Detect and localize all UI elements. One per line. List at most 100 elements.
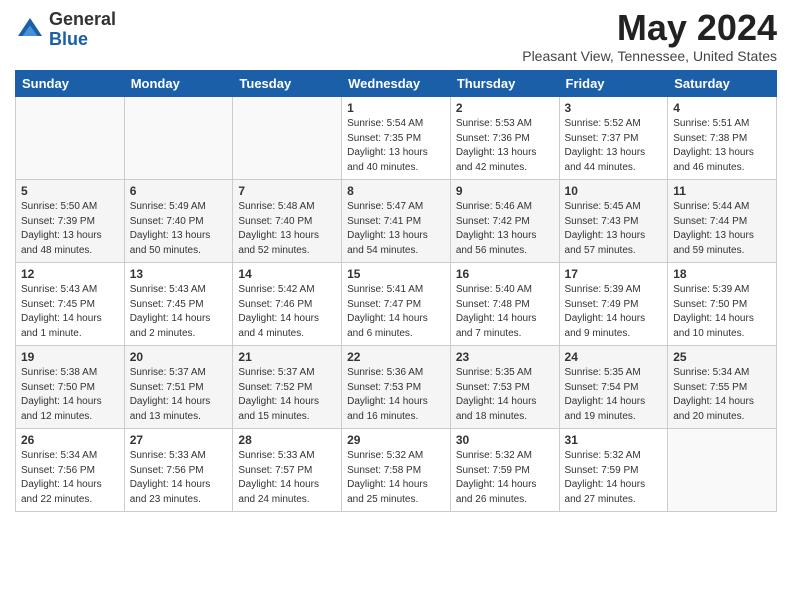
calendar-cell-2-1: 5 Sunrise: 5:50 AM Sunset: 7:39 PM Daylig… xyxy=(16,180,125,263)
cell-content: Sunrise: 5:32 AM Sunset: 7:59 PM Dayligh… xyxy=(456,449,554,507)
calendar-cell-5-2: 27 Sunrise: 5:33 AM Sunset: 7:56 PM Dayli… xyxy=(124,429,233,512)
weekday-header-row: Sunday Monday Tuesday Wednesday Thursday… xyxy=(16,71,777,97)
title-section: May 2024 Pleasant View, Tennessee, Unite… xyxy=(522,10,777,64)
calendar-cell-2-5: 9 Sunrise: 5:46 AM Sunset: 7:42 PM Daylig… xyxy=(450,180,559,263)
cell-content: Sunrise: 5:48 AM Sunset: 7:40 PM Dayligh… xyxy=(238,200,336,258)
calendar-cell-5-5: 30Sunrise: 5:32 AM Sunset: 7:59 PM Dayli… xyxy=(450,429,559,512)
day-number: 17 xyxy=(565,267,663,281)
cell-content: Sunrise: 5:34 AM Sunset: 7:56 PM Dayligh… xyxy=(21,449,119,507)
day-number: 16 xyxy=(456,267,554,281)
logo-general-text: General xyxy=(49,10,116,30)
calendar-page: General Blue May 2024 Pleasant View, Ten… xyxy=(0,0,792,612)
day-number: 7 xyxy=(238,184,336,198)
cell-content: Sunrise: 5:41 AM Sunset: 7:47 PM Dayligh… xyxy=(347,283,445,341)
week-row-1: 1Sunrise: 5:54 AM Sunset: 7:35 PM Daylig… xyxy=(16,97,777,180)
cell-content: Sunrise: 5:32 AM Sunset: 7:59 PM Dayligh… xyxy=(565,449,663,507)
day-number: 19 xyxy=(21,350,119,364)
header-sunday: Sunday xyxy=(16,71,125,97)
calendar-cell-2-4: 8 Sunrise: 5:47 AM Sunset: 7:41 PM Daylig… xyxy=(342,180,451,263)
day-number: 1 xyxy=(347,101,445,115)
calendar-cell-1-4: 1Sunrise: 5:54 AM Sunset: 7:35 PM Daylig… xyxy=(342,97,451,180)
cell-content: Sunrise: 5:32 AM Sunset: 7:58 PM Dayligh… xyxy=(347,449,445,507)
day-number: 5 xyxy=(21,184,119,198)
header-saturday: Saturday xyxy=(668,71,777,97)
calendar-table: Sunday Monday Tuesday Wednesday Thursday… xyxy=(15,70,777,512)
calendar-cell-3-7: 18 Sunrise: 5:39 AM Sunset: 7:50 PM Dayli… xyxy=(668,263,777,346)
header-tuesday: Tuesday xyxy=(233,71,342,97)
cell-content: Sunrise: 5:34 AM Sunset: 7:55 PM Dayligh… xyxy=(673,366,771,424)
cell-content: Sunrise: 5:50 AM Sunset: 7:39 PM Dayligh… xyxy=(21,200,119,258)
day-number: 18 xyxy=(673,267,771,281)
cell-content: Sunrise: 5:37 AM Sunset: 7:51 PM Dayligh… xyxy=(130,366,228,424)
day-number: 24 xyxy=(565,350,663,364)
header-monday: Monday xyxy=(124,71,233,97)
calendar-cell-2-3: 7 Sunrise: 5:48 AM Sunset: 7:40 PM Daylig… xyxy=(233,180,342,263)
day-number: 25 xyxy=(673,350,771,364)
calendar-cell-1-6: 3Sunrise: 5:52 AM Sunset: 7:37 PM Daylig… xyxy=(559,97,668,180)
day-number: 6 xyxy=(130,184,228,198)
day-number: 26 xyxy=(21,433,119,447)
cell-content: Sunrise: 5:37 AM Sunset: 7:52 PM Dayligh… xyxy=(238,366,336,424)
calendar-cell-3-2: 13 Sunrise: 5:43 AM Sunset: 7:45 PM Dayli… xyxy=(124,263,233,346)
day-number: 8 xyxy=(347,184,445,198)
month-title: May 2024 xyxy=(522,10,777,46)
calendar-cell-4-1: 19 Sunrise: 5:38 AM Sunset: 7:50 PM Dayli… xyxy=(16,346,125,429)
week-row-3: 12Sunrise: 5:43 AM Sunset: 7:45 PM Dayli… xyxy=(16,263,777,346)
day-number: 2 xyxy=(456,101,554,115)
day-number: 29 xyxy=(347,433,445,447)
calendar-cell-5-3: 28 Sunrise: 5:33 AM Sunset: 7:57 PM Dayli… xyxy=(233,429,342,512)
logo-text: General Blue xyxy=(49,10,116,50)
cell-content: Sunrise: 5:53 AM Sunset: 7:36 PM Dayligh… xyxy=(456,117,554,175)
day-number: 15 xyxy=(347,267,445,281)
cell-content: Sunrise: 5:36 AM Sunset: 7:53 PM Dayligh… xyxy=(347,366,445,424)
cell-content: Sunrise: 5:39 AM Sunset: 7:49 PM Dayligh… xyxy=(565,283,663,341)
week-row-4: 19 Sunrise: 5:38 AM Sunset: 7:50 PM Dayli… xyxy=(16,346,777,429)
day-number: 21 xyxy=(238,350,336,364)
calendar-cell-5-1: 26 Sunrise: 5:34 AM Sunset: 7:56 PM Dayli… xyxy=(16,429,125,512)
calendar-cell-1-2 xyxy=(124,97,233,180)
calendar-cell-3-1: 12Sunrise: 5:43 AM Sunset: 7:45 PM Dayli… xyxy=(16,263,125,346)
logo-icon xyxy=(15,15,45,45)
day-number: 20 xyxy=(130,350,228,364)
calendar-cell-3-5: 16 Sunrise: 5:40 AM Sunset: 7:48 PM Dayli… xyxy=(450,263,559,346)
calendar-cell-2-2: 6Sunrise: 5:49 AM Sunset: 7:40 PM Daylig… xyxy=(124,180,233,263)
day-number: 28 xyxy=(238,433,336,447)
day-number: 13 xyxy=(130,267,228,281)
cell-content: Sunrise: 5:35 AM Sunset: 7:53 PM Dayligh… xyxy=(456,366,554,424)
header: General Blue May 2024 Pleasant View, Ten… xyxy=(15,10,777,64)
location: Pleasant View, Tennessee, United States xyxy=(522,48,777,64)
calendar-cell-1-7: 4 Sunrise: 5:51 AM Sunset: 7:38 PM Daylig… xyxy=(668,97,777,180)
cell-content: Sunrise: 5:40 AM Sunset: 7:48 PM Dayligh… xyxy=(456,283,554,341)
week-row-2: 5 Sunrise: 5:50 AM Sunset: 7:39 PM Daylig… xyxy=(16,180,777,263)
calendar-cell-4-6: 24Sunrise: 5:35 AM Sunset: 7:54 PM Dayli… xyxy=(559,346,668,429)
day-number: 23 xyxy=(456,350,554,364)
cell-content: Sunrise: 5:43 AM Sunset: 7:45 PM Dayligh… xyxy=(130,283,228,341)
calendar-cell-4-3: 21 Sunrise: 5:37 AM Sunset: 7:52 PM Dayli… xyxy=(233,346,342,429)
cell-content: Sunrise: 5:45 AM Sunset: 7:43 PM Dayligh… xyxy=(565,200,663,258)
day-number: 10 xyxy=(565,184,663,198)
calendar-cell-2-7: 11Sunrise: 5:44 AM Sunset: 7:44 PM Dayli… xyxy=(668,180,777,263)
day-number: 27 xyxy=(130,433,228,447)
cell-content: Sunrise: 5:51 AM Sunset: 7:38 PM Dayligh… xyxy=(673,117,771,175)
cell-content: Sunrise: 5:47 AM Sunset: 7:41 PM Dayligh… xyxy=(347,200,445,258)
cell-content: Sunrise: 5:33 AM Sunset: 7:56 PM Dayligh… xyxy=(130,449,228,507)
cell-content: Sunrise: 5:52 AM Sunset: 7:37 PM Dayligh… xyxy=(565,117,663,175)
cell-content: Sunrise: 5:33 AM Sunset: 7:57 PM Dayligh… xyxy=(238,449,336,507)
day-number: 4 xyxy=(673,101,771,115)
cell-content: Sunrise: 5:39 AM Sunset: 7:50 PM Dayligh… xyxy=(673,283,771,341)
header-thursday: Thursday xyxy=(450,71,559,97)
cell-content: Sunrise: 5:46 AM Sunset: 7:42 PM Dayligh… xyxy=(456,200,554,258)
calendar-cell-5-7 xyxy=(668,429,777,512)
day-number: 31 xyxy=(565,433,663,447)
cell-content: Sunrise: 5:38 AM Sunset: 7:50 PM Dayligh… xyxy=(21,366,119,424)
header-wednesday: Wednesday xyxy=(342,71,451,97)
day-number: 22 xyxy=(347,350,445,364)
day-number: 9 xyxy=(456,184,554,198)
calendar-cell-3-4: 15 Sunrise: 5:41 AM Sunset: 7:47 PM Dayli… xyxy=(342,263,451,346)
calendar-cell-1-3 xyxy=(233,97,342,180)
calendar-cell-4-7: 25 Sunrise: 5:34 AM Sunset: 7:55 PM Dayli… xyxy=(668,346,777,429)
calendar-cell-1-1 xyxy=(16,97,125,180)
calendar-cell-4-5: 23 Sunrise: 5:35 AM Sunset: 7:53 PM Dayli… xyxy=(450,346,559,429)
cell-content: Sunrise: 5:43 AM Sunset: 7:45 PM Dayligh… xyxy=(21,283,119,341)
calendar-cell-3-6: 17 Sunrise: 5:39 AM Sunset: 7:49 PM Dayli… xyxy=(559,263,668,346)
